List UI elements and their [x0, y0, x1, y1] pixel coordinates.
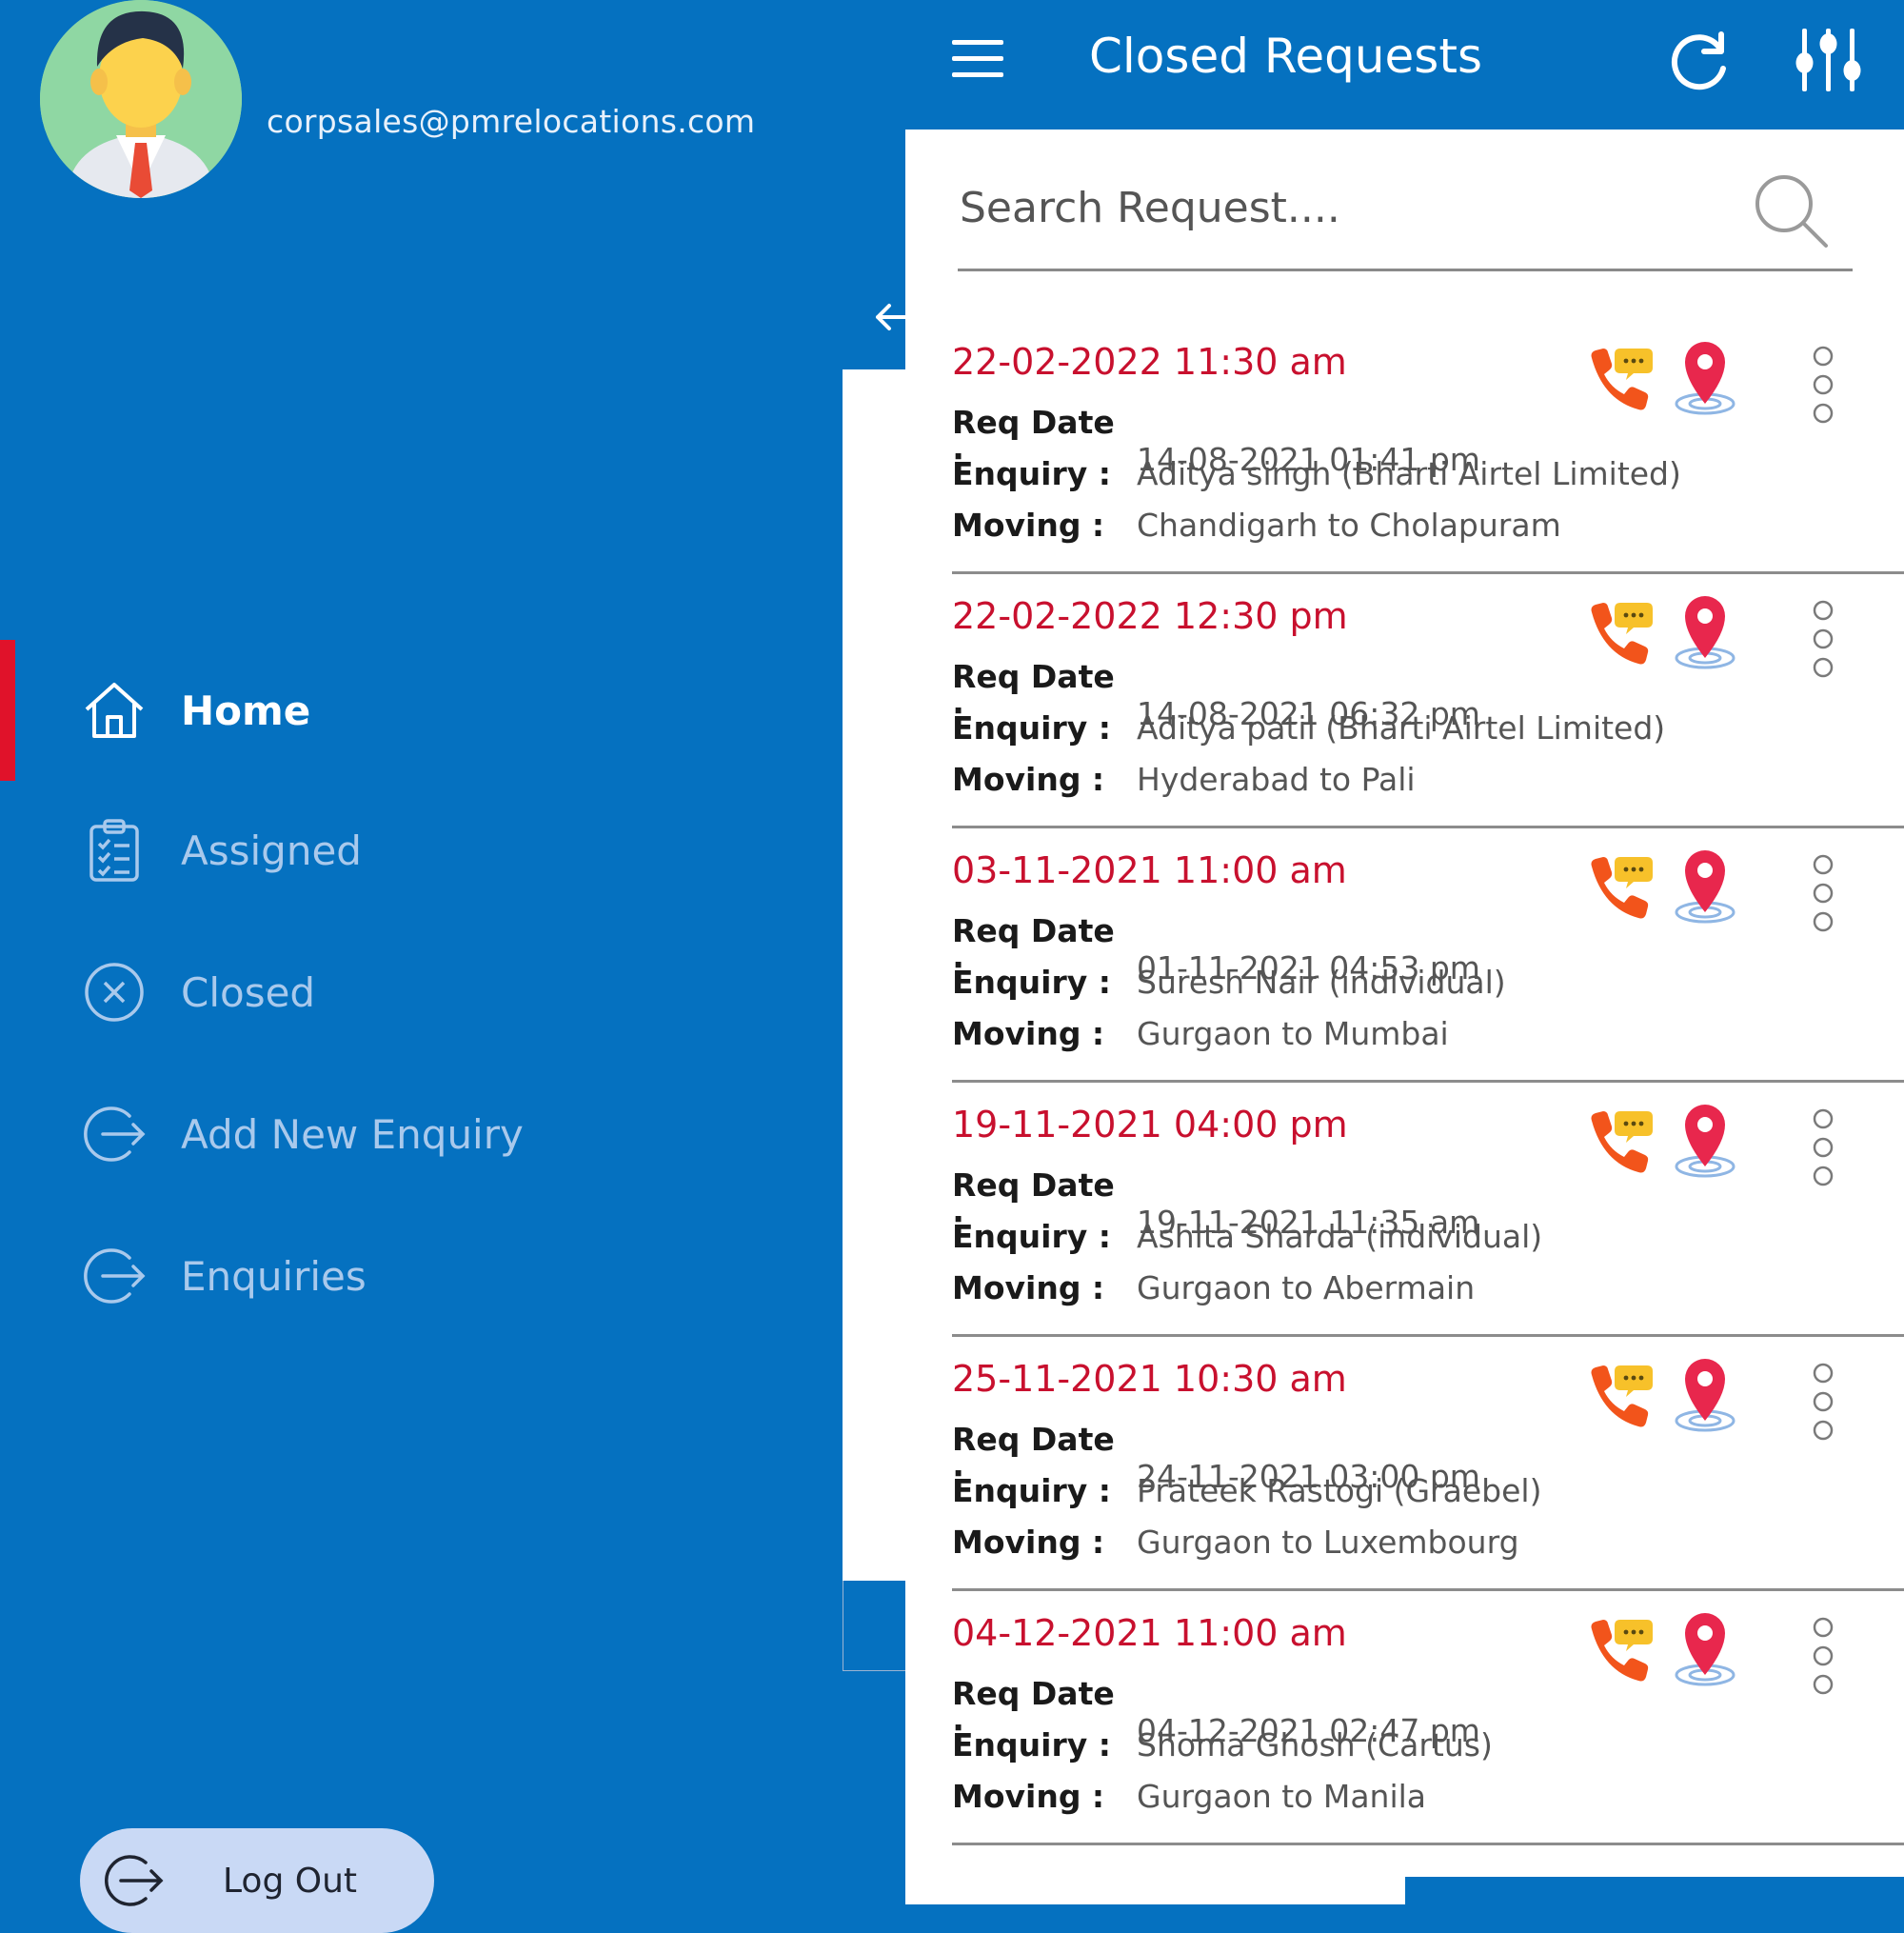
- login-arrow-icon: [76, 1238, 152, 1314]
- nav-label-home: Home: [181, 687, 311, 734]
- call-chat-icon[interactable]: [1586, 1107, 1655, 1176]
- logout-label: Log Out: [223, 1861, 358, 1901]
- call-chat-icon[interactable]: [1586, 1362, 1655, 1430]
- moving-label: Moving :: [952, 1524, 1105, 1561]
- call-chat-icon[interactable]: [1586, 1616, 1655, 1684]
- search-icon[interactable]: [1752, 171, 1832, 251]
- close-circle-icon: [76, 954, 152, 1030]
- nav-label-closed: Closed: [181, 968, 316, 1016]
- nav-item-assigned[interactable]: Assigned: [76, 812, 362, 888]
- more-options-icon[interactable]: [1809, 599, 1837, 685]
- enquiry-row: Enquiry : Aditya patil (Bharti Airtel Lim…: [952, 709, 1665, 747]
- appointment-date: 03-11-2021 11:00 am: [952, 849, 1347, 891]
- underlying-screen-divider: [843, 1581, 905, 1671]
- moving-label: Moving :: [952, 761, 1105, 798]
- refresh-icon[interactable]: [1666, 27, 1733, 93]
- location-pin-icon[interactable]: [1672, 842, 1738, 927]
- enquiry-value: Shoma Ghosh (Cartus): [1137, 1726, 1493, 1764]
- nav-label-assigned: Assigned: [181, 827, 362, 874]
- enquiry-label: Enquiry :: [952, 709, 1111, 747]
- location-pin-icon[interactable]: [1672, 333, 1738, 419]
- logout-button[interactable]: Log Out: [80, 1828, 434, 1933]
- moving-row: Moving : Gurgaon to Abermain: [952, 1269, 1475, 1306]
- request-card[interactable]: 03-11-2021 11:00 am Req Date :01-11-2021…: [952, 825, 1904, 1083]
- appointment-date: 19-11-2021 04:00 pm: [952, 1104, 1348, 1146]
- nav-item-add-new-enquiry[interactable]: Add New Enquiry: [76, 1096, 524, 1172]
- filter-sliders-icon[interactable]: [1790, 25, 1866, 95]
- location-pin-icon[interactable]: [1672, 588, 1738, 673]
- request-card[interactable]: 22-02-2022 12:30 pm Req Date :14-08-2021…: [952, 570, 1904, 828]
- user-avatar[interactable]: [40, 0, 242, 198]
- search-input[interactable]: [958, 173, 1723, 242]
- active-nav-marker: [0, 640, 15, 781]
- clipboard-icon: [76, 812, 152, 888]
- location-pin-icon[interactable]: [1672, 1604, 1738, 1690]
- enquiry-row: Enquiry : Shoma Ghosh (Cartus): [952, 1726, 1493, 1764]
- request-card[interactable]: 25-11-2021 10:30 am Req Date :24-11-2021…: [952, 1333, 1904, 1591]
- enquiry-row: Enquiry : Suresh Nair (individual): [952, 964, 1506, 1001]
- enquiry-label: Enquiry :: [952, 1472, 1111, 1509]
- enquiry-value: Prateek Rastogi (Graebel): [1137, 1472, 1542, 1509]
- search-bar: [958, 162, 1853, 271]
- nav-label-enquiries: Enquiries: [181, 1252, 367, 1300]
- more-options-icon[interactable]: [1809, 853, 1837, 939]
- enquiry-value: Suresh Nair (individual): [1137, 964, 1506, 1001]
- call-chat-icon[interactable]: [1586, 599, 1655, 668]
- moving-row: Moving : Hyderabad to Pali: [952, 761, 1416, 798]
- enquiry-row: Enquiry : Prateek Rastogi (Graebel): [952, 1472, 1541, 1509]
- call-chat-icon[interactable]: [1586, 345, 1655, 413]
- appointment-date: 22-02-2022 12:30 pm: [952, 595, 1348, 637]
- underlying-screen-edge: [843, 369, 905, 1581]
- location-pin-icon[interactable]: [1672, 1096, 1738, 1182]
- bottom-tab-active: [1405, 1877, 1904, 1904]
- more-options-icon[interactable]: [1809, 1616, 1837, 1702]
- appointment-date: 22-02-2022 11:30 am: [952, 341, 1347, 383]
- request-card[interactable]: 19-11-2021 04:00 pm Req Date :19-11-2021…: [952, 1079, 1904, 1337]
- enquiry-label: Enquiry :: [952, 455, 1111, 492]
- moving-label: Moving :: [952, 1269, 1105, 1306]
- request-card[interactable]: 22-02-2022 11:30 am Req Date :14-08-2021…: [952, 316, 1904, 574]
- home-icon: [76, 672, 152, 748]
- appointment-date: 25-11-2021 10:30 am: [952, 1358, 1347, 1400]
- enquiry-label: Enquiry :: [952, 964, 1111, 1001]
- user-email: corpsales@pmrelocations.com: [267, 103, 756, 140]
- moving-value: Gurgaon to Mumbai: [1137, 1015, 1449, 1052]
- moving-value: Gurgaon to Luxembourg: [1137, 1524, 1519, 1561]
- enquiry-value: Ashita Sharda (individual): [1137, 1218, 1543, 1255]
- login-arrow-icon: [76, 1096, 152, 1172]
- enquiry-row: Enquiry : Aditya singh (Bharti Airtel Lim…: [952, 455, 1681, 492]
- moving-value: Hyderabad to Pali: [1137, 761, 1416, 798]
- location-pin-icon[interactable]: [1672, 1350, 1738, 1436]
- moving-row: Moving : Gurgaon to Manila: [952, 1778, 1426, 1815]
- call-chat-icon[interactable]: [1586, 853, 1655, 922]
- moving-row: Moving : Chandigarh to Cholapuram: [952, 507, 1561, 544]
- more-options-icon[interactable]: [1809, 1107, 1837, 1193]
- moving-label: Moving :: [952, 507, 1105, 544]
- hamburger-icon[interactable]: [952, 38, 1003, 80]
- nav-label-add-new-enquiry: Add New Enquiry: [181, 1110, 524, 1158]
- enquiry-label: Enquiry :: [952, 1726, 1111, 1764]
- request-card[interactable]: 04-12-2021 11:00 am Req Date :04-12-2021…: [952, 1587, 1904, 1845]
- moving-value: Gurgaon to Manila: [1137, 1778, 1427, 1815]
- nav-item-closed[interactable]: Closed: [76, 954, 315, 1030]
- more-options-icon[interactable]: [1809, 1362, 1837, 1447]
- more-options-icon[interactable]: [1809, 345, 1837, 430]
- enquiry-label: Enquiry :: [952, 1218, 1111, 1255]
- appointment-date: 04-12-2021 11:00 am: [952, 1612, 1347, 1654]
- enquiry-value: Aditya patil (Bharti Airtel Limited): [1137, 709, 1666, 747]
- enquiry-row: Enquiry : Ashita Sharda (individual): [952, 1218, 1542, 1255]
- moving-label: Moving :: [952, 1015, 1105, 1052]
- enquiry-value: Aditya singh (Bharti Airtel Limited): [1137, 455, 1681, 492]
- nav-item-home[interactable]: Home: [76, 672, 310, 748]
- moving-row: Moving : Gurgaon to Mumbai: [952, 1015, 1449, 1052]
- moving-value: Chandigarh to Cholapuram: [1137, 507, 1561, 544]
- nav-item-enquiries[interactable]: Enquiries: [76, 1238, 367, 1314]
- moving-row: Moving : Gurgaon to Luxembourg: [952, 1524, 1519, 1561]
- moving-value: Gurgaon to Abermain: [1137, 1269, 1476, 1306]
- bottom-navigation-partial: [905, 1873, 1904, 1904]
- page-title: Closed Requests: [1089, 29, 1482, 84]
- moving-label: Moving :: [952, 1778, 1105, 1815]
